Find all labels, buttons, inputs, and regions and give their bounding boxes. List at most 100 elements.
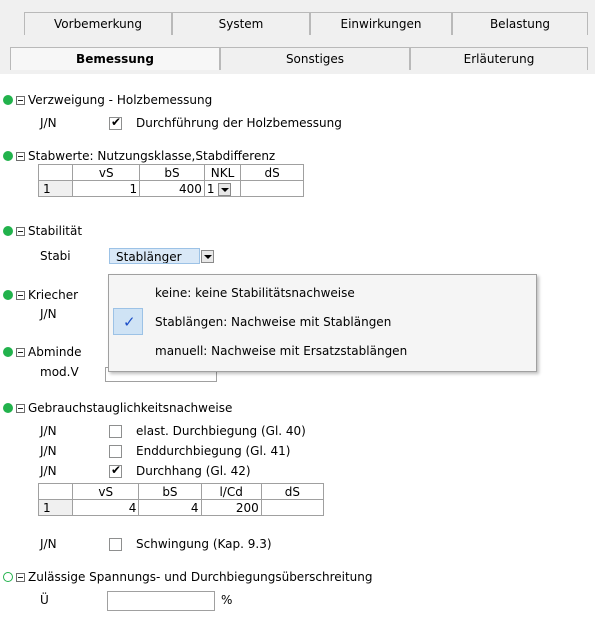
section-title: Stabwerte: Nutzungsklasse,Stabdifferenz <box>28 149 276 163</box>
menu-item-keine[interactable]: keine: keine Stabilitätsnachweise <box>155 286 355 300</box>
collapse-icon[interactable] <box>16 151 25 161</box>
header-nkl: NKL <box>203 164 242 181</box>
section-title: Zulässige Spannungs- und Durchbiegungsüb… <box>28 570 373 584</box>
cell-vs[interactable]: 1 <box>72 180 141 197</box>
collapse-icon[interactable] <box>16 95 25 105</box>
checkbox-label: Durchführung der Holzbemessung <box>136 116 342 130</box>
tab-erlaeuterung[interactable]: Erläuterung <box>410 47 588 70</box>
cell-nkl[interactable]: 1 <box>203 180 242 197</box>
check-icon: ✔ <box>111 463 122 477</box>
table-header-row: vS bS l/Cd dS <box>37 483 325 500</box>
status-dot-icon <box>3 572 13 582</box>
holzbemessung-checkbox[interactable]: ✔ <box>109 115 122 130</box>
row-label: J/N <box>40 424 57 438</box>
tab-system[interactable]: System <box>172 12 310 35</box>
tab-label: Erläuterung <box>463 52 535 66</box>
stabi-value: Stablänger <box>109 248 200 264</box>
checkbox-label: Schwingung (Kap. 9.3) <box>136 537 272 551</box>
tab-label: Belastung <box>489 17 551 31</box>
status-dot-icon <box>3 95 13 105</box>
tab-vorbemerkung[interactable]: Vorbemerkung <box>24 12 172 35</box>
checkbox-label: Durchhang (Gl. 42) <box>136 464 251 478</box>
elast-durchbiegung-checkbox[interactable] <box>109 425 122 438</box>
durchhang-table: vS bS l/Cd dS 1 4 4 200 <box>37 483 325 516</box>
section-gebrauch-header[interactable]: Gebrauchstauglichkeitsnachweise <box>0 399 232 417</box>
tab-row-2: Bemessung Sonstiges Erläuterung <box>0 47 595 71</box>
unit-label: % <box>221 593 233 607</box>
header-lcd: l/Cd <box>200 483 262 500</box>
checkbox-label: Enddurchbiegung (Gl. 41) <box>136 444 291 458</box>
row-label: mod.V <box>40 365 79 379</box>
corner-cell <box>37 164 74 181</box>
header-ds: dS <box>260 483 325 500</box>
chevron-down-icon[interactable] <box>201 249 214 263</box>
enddurchbiegung-checkbox[interactable] <box>109 445 122 458</box>
menu-item-manuell[interactable]: manuell: Nachweise mit Ersatzstablängen <box>155 344 407 358</box>
chevron-down-icon[interactable] <box>218 182 232 196</box>
section-title: Abminde <box>28 345 82 359</box>
corner-cell <box>37 483 74 500</box>
check-icon: ✓ <box>123 313 136 331</box>
cell-vs[interactable]: 4 <box>72 499 140 516</box>
collapse-icon[interactable] <box>16 572 25 582</box>
cell-ds[interactable] <box>260 499 325 516</box>
section-kriechen-header[interactable]: Kriecher <box>0 286 78 304</box>
tab-label: Bemessung <box>76 52 154 66</box>
tab-sonstiges[interactable]: Sonstiges <box>220 47 410 70</box>
header-bs: bS <box>139 164 205 181</box>
row-label: J/N <box>40 116 57 130</box>
section-stabwerte-header[interactable]: Stabwerte: Nutzungsklasse,Stabdifferenz <box>0 147 275 165</box>
row-label: Stabi <box>40 249 71 263</box>
status-dot-icon <box>3 226 13 236</box>
section-title: Kriecher <box>28 288 79 302</box>
header-bs: bS <box>138 483 202 500</box>
row-index: 1 <box>37 180 74 197</box>
header-vs: vS <box>72 164 141 181</box>
row-label: J/N <box>40 307 57 321</box>
section-title: Verzweigung - Holzbemessung <box>28 93 213 107</box>
tab-row-1: Vorbemerkung System Einwirkungen Belastu… <box>0 12 595 36</box>
tab-label: Einwirkungen <box>340 17 422 31</box>
section-stabilitaet-header[interactable]: Stabilität <box>0 222 82 240</box>
cell-ds[interactable] <box>240 180 304 197</box>
stabi-select[interactable]: Stablänger <box>109 247 227 265</box>
menu-item-stablaengen[interactable]: Stablängen: Nachweise mit Stablängen <box>155 315 391 329</box>
durchhang-checkbox[interactable]: ✔ <box>109 463 122 478</box>
stabi-dropdown-menu: ✓ keine: keine Stabilitätsnachweise Stab… <box>108 274 537 372</box>
section-verzweigung-header[interactable]: Verzweigung - Holzbemessung <box>0 91 212 109</box>
collapse-icon[interactable] <box>16 403 25 413</box>
collapse-icon[interactable] <box>16 347 25 357</box>
tab-bemessung[interactable]: Bemessung <box>10 47 220 70</box>
checkbox-label: elast. Durchbiegung (Gl. 40) <box>136 424 306 438</box>
cell-bs[interactable]: 4 <box>138 499 202 516</box>
row-label: J/N <box>40 537 57 551</box>
ueberschreitung-input[interactable] <box>107 591 215 611</box>
collapse-icon[interactable] <box>16 290 25 300</box>
header-vs: vS <box>72 483 140 500</box>
cell-lcd[interactable]: 200 <box>200 499 262 516</box>
status-dot-icon <box>3 347 13 357</box>
status-dot-icon <box>3 290 13 300</box>
schwingung-checkbox[interactable] <box>109 538 122 551</box>
collapse-icon[interactable] <box>16 226 25 236</box>
row-label: J/N <box>40 464 57 478</box>
section-abminderung-header[interactable]: Abminde <box>0 343 81 361</box>
row-label: J/N <box>40 444 57 458</box>
table-header-row: vS bS NKL dS <box>37 164 304 181</box>
status-dot-icon <box>3 403 13 413</box>
table-row: 1 1 400 1 <box>37 180 304 197</box>
tab-label: Sonstiges <box>285 52 345 66</box>
nkl-value: 1 <box>206 181 215 196</box>
status-dot-icon <box>3 151 13 161</box>
table-row: 1 4 4 200 <box>37 499 325 516</box>
tab-einwirkungen[interactable]: Einwirkungen <box>310 12 452 35</box>
tab-belastung[interactable]: Belastung <box>452 12 588 35</box>
section-zulaessig-header[interactable]: Zulässige Spannungs- und Durchbiegungsüb… <box>0 568 373 586</box>
cell-bs[interactable]: 400 <box>139 180 205 197</box>
header-ds: dS <box>240 164 304 181</box>
tab-label: Vorbemerkung <box>54 17 142 31</box>
tab-label: System <box>218 17 264 31</box>
section-title: Stabilität <box>28 224 83 238</box>
check-icon: ✔ <box>111 115 122 129</box>
row-label: Ü <box>40 593 49 607</box>
